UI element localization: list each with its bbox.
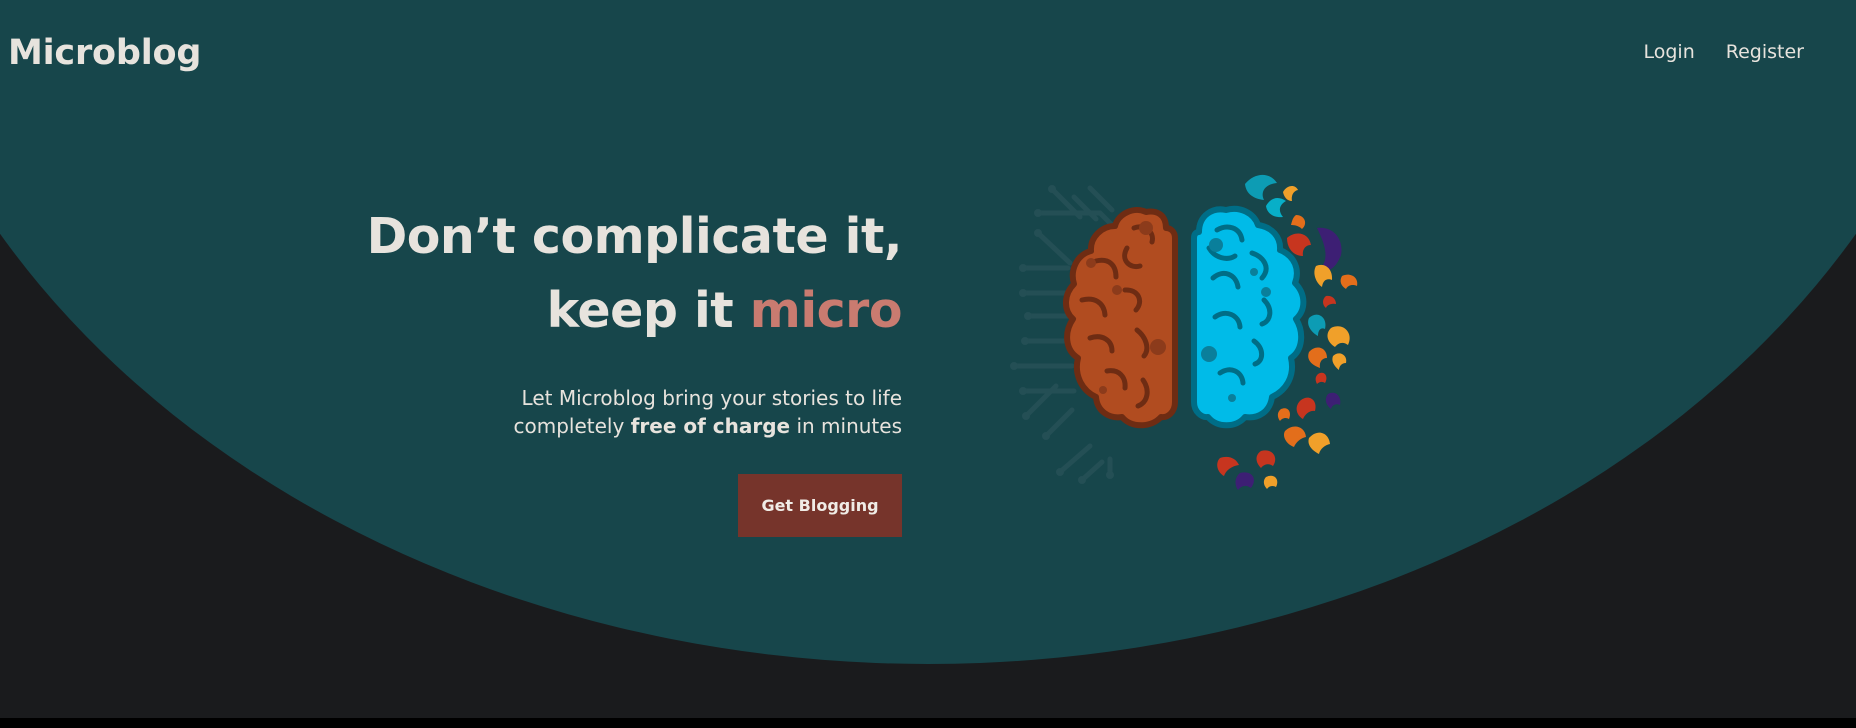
login-link[interactable]: Login <box>1644 41 1695 63</box>
hero-subtext: Let Microblog bring your stories to life… <box>262 384 902 440</box>
hero-text: Don’t complicate it, keep it micro Let M… <box>262 200 903 537</box>
brand-logo-link[interactable]: Microblog <box>8 33 201 73</box>
subtext-line-2-prefix: completely <box>513 414 631 438</box>
nav-links: Login Register <box>1644 41 1805 63</box>
subtext-line-2-suffix: in minutes <box>790 414 902 438</box>
headline-line-1: Don’t complicate it, <box>366 208 903 265</box>
bottom-strip <box>0 718 1856 728</box>
headline-accent-word: micro <box>749 282 903 339</box>
subtext-line-1: Let Microblog bring your stories to life <box>521 386 902 410</box>
navbar: Microblog Login Register <box>0 0 1856 108</box>
subtext-emphasis: free of charge <box>630 414 791 438</box>
left-brain-half <box>1063 206 1178 429</box>
register-link[interactable]: Register <box>1726 41 1804 63</box>
get-blogging-button[interactable]: Get Blogging <box>738 474 902 537</box>
right-brain-half <box>1191 205 1307 429</box>
hero-headline: Don’t complicate it, keep it micro <box>262 200 903 348</box>
headline-line-2-prefix: keep it <box>546 282 750 339</box>
landing-page: Microblog Login Register Don’t complicat… <box>0 0 1856 728</box>
brain-illustration-icon <box>1010 174 1358 490</box>
